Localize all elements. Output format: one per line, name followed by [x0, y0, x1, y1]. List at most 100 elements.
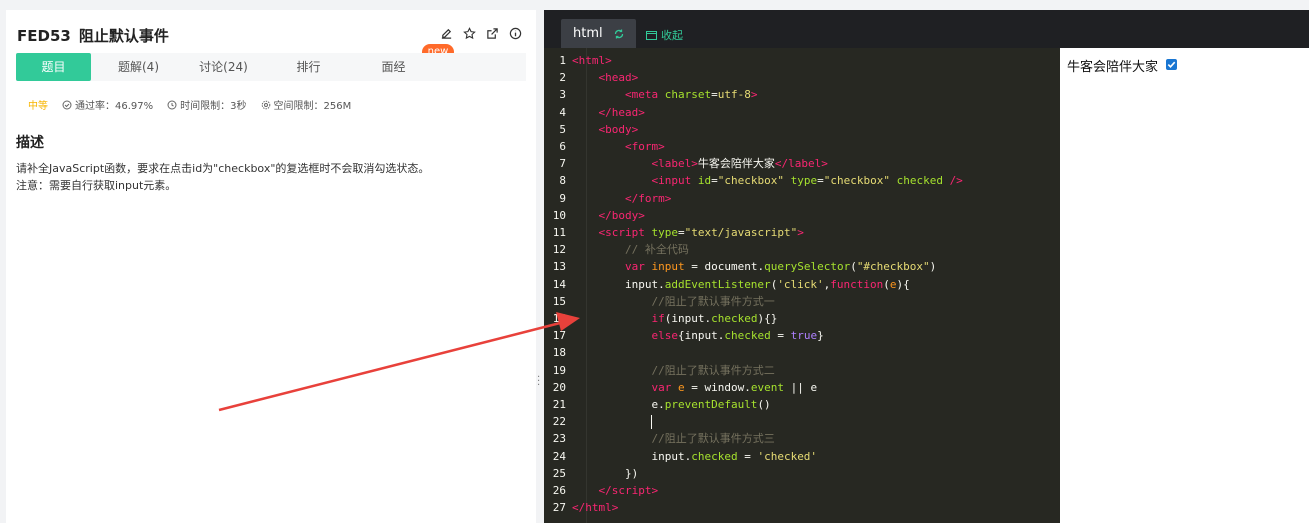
code-line[interactable]: 26 </script> [544, 482, 1060, 499]
code-line[interactable]: 6 <form> [544, 138, 1060, 155]
code-line[interactable]: 20 var e = window.event || e [544, 379, 1060, 396]
editor-tab-bar: html 收起 [544, 10, 1309, 48]
problem-panel: FED53 阻止默认事件 new 题目 题解(4) 讨论(24) 排行 面经 中等 [0, 0, 540, 523]
problem-card: FED53 阻止默认事件 new 题目 题解(4) 讨论(24) 排行 面经 中等 [6, 10, 536, 523]
app-root: FED53 阻止默认事件 new 题目 题解(4) 讨论(24) 排行 面经 中等 [0, 0, 1309, 523]
line-number: 16 [552, 312, 566, 325]
code-text: <input id="checkbox" type="checkbox" che… [651, 174, 963, 188]
space-limit-text: 空间限制：256M [273, 101, 352, 112]
line-number: 8 [559, 174, 566, 188]
code-line[interactable]: 25 }) [544, 465, 1060, 482]
star-icon[interactable] [463, 27, 476, 40]
code-line[interactable]: 27 </html> [544, 499, 1060, 516]
code-line[interactable]: 2 <head> [544, 69, 1060, 86]
code-text: else{input.checked = true} [651, 329, 824, 343]
pass-rate: 通过率：46.97% [62, 97, 153, 112]
line-number: 14 [552, 277, 566, 291]
line-number: 2 [559, 71, 566, 85]
tab-problem[interactable]: 题目 [16, 53, 91, 81]
code-line[interactable]: 12 // 补全代码 [544, 241, 1060, 258]
line-number: 23 [552, 432, 566, 446]
line-number: 19 [552, 363, 566, 377]
tab-html[interactable]: html [561, 19, 636, 48]
line-number: 13 [552, 260, 566, 274]
line-number: 7 [559, 157, 566, 171]
line-number: 12 [552, 243, 566, 257]
tab-html-label: html [573, 26, 603, 41]
code-line[interactable]: 8 <input id="checkbox" type="checkbox" c… [544, 172, 1060, 189]
preview-panel: 牛客会陪伴大家 [1060, 48, 1309, 523]
code-text: //阻止了默认事件方式一 [651, 294, 775, 308]
info-icon[interactable] [509, 27, 522, 40]
line-number: 9 [559, 191, 566, 205]
code-text: }) [572, 466, 639, 480]
code-line[interactable]: 7 <label>牛客会陪伴大家</label> [544, 155, 1060, 172]
code-text: </body> [598, 208, 645, 222]
tab-solutions[interactable]: 题解(4) [101, 53, 176, 81]
line-number: 5 [559, 122, 566, 136]
code-text: input.checked = 'checked' [572, 449, 818, 463]
code-line[interactable]: 9 </form> [544, 190, 1060, 207]
code-line[interactable]: 4 </head> [544, 104, 1060, 121]
code-text: <label>牛客会陪伴大家</label> [651, 157, 828, 171]
code-line[interactable]: 14 input.addEventListener('click',functi… [544, 276, 1060, 293]
description-heading: 描述 [16, 135, 44, 151]
description-line: 注意：需要自行获取input元素。 [16, 179, 177, 192]
line-number: 17 [552, 329, 566, 343]
tab-interview[interactable]: 面经 [356, 53, 431, 81]
code-line[interactable]: 10 </body> [544, 207, 1060, 224]
code-text: <body> [598, 122, 639, 136]
code-line[interactable]: 3 <meta charset=utf-8> [544, 86, 1060, 103]
code-line[interactable]: 22 [544, 413, 1060, 430]
line-number: 18 [552, 346, 566, 360]
code-line[interactable]: 24 input.checked = 'checked' [544, 448, 1060, 465]
line-number: 4 [559, 105, 566, 119]
tab-ranking[interactable]: 排行 [271, 53, 346, 81]
problem-meta: 中等 通过率：46.97% 时间限制：3秒 空间限制：256M [28, 97, 365, 112]
code-line[interactable]: 13 var input = document.querySelector("#… [544, 258, 1060, 275]
line-number: 15 [552, 294, 566, 308]
code-text: e.preventDefault() [572, 398, 771, 411]
edit-icon[interactable] [440, 27, 453, 40]
preview-checkbox[interactable] [1166, 59, 1177, 70]
code-text: var e = window.event || e [651, 380, 818, 394]
resize-handle[interactable]: · · · [537, 373, 540, 391]
code-line[interactable]: 17 else{input.checked = true} [544, 327, 1060, 344]
time-limit-text: 时间限制：3秒 [180, 101, 247, 112]
code-text: input.addEventListener('click',function(… [572, 277, 910, 291]
code-line[interactable]: 5 <body> [544, 121, 1060, 138]
line-number: 22 [552, 415, 566, 429]
line-number: 3 [559, 88, 566, 102]
line-number: 6 [559, 140, 566, 153]
line-number: 20 [552, 380, 566, 394]
collapse-label: 收起 [661, 29, 683, 42]
pass-rate-text: 通过率：46.97% [75, 101, 154, 112]
code-line[interactable]: 15 //阻止了默认事件方式一 [544, 293, 1060, 310]
check-circle-icon [62, 100, 72, 109]
code-text: // 补全代码 [624, 243, 689, 257]
code-text: var input = document.querySelector("#che… [624, 260, 937, 274]
code-line[interactable]: 1 <html> [544, 52, 1060, 69]
line-number: 10 [552, 208, 566, 222]
code-line[interactable]: 11 <script type="text/javascript"> [544, 224, 1060, 241]
collapse-button[interactable]: 收起 [646, 27, 683, 43]
code-line[interactable]: 23 //阻止了默认事件方式三 [544, 430, 1060, 447]
clock-icon [167, 100, 177, 109]
gear-icon [261, 100, 270, 109]
tab-discussion[interactable]: 讨论(24) [186, 53, 261, 81]
code-text: //阻止了默认事件方式二 [651, 363, 775, 377]
problem-title: 阻止默认事件 [78, 27, 169, 45]
code-line[interactable]: 16 if(input.checked){} [544, 310, 1060, 327]
code-area[interactable]: 1 <html> 2 <head> 3 <meta charset=utf-8> 4 <… [544, 48, 1060, 523]
space-limit: 空间限制：256M [261, 97, 352, 112]
difficulty-badge: 中等 [28, 101, 48, 112]
code-text: <head> [598, 71, 639, 85]
code-line[interactable]: 19 //阻止了默认事件方式二 [544, 362, 1060, 379]
problem-id: FED53 [17, 27, 71, 45]
code-line[interactable]: 18 [544, 344, 1060, 361]
code-text: </form> [624, 191, 672, 205]
code-text: if(input.checked){} [651, 312, 778, 325]
refresh-icon[interactable] [613, 28, 625, 40]
code-line[interactable]: 21 e.preventDefault() [544, 396, 1060, 413]
share-icon[interactable] [486, 27, 499, 40]
